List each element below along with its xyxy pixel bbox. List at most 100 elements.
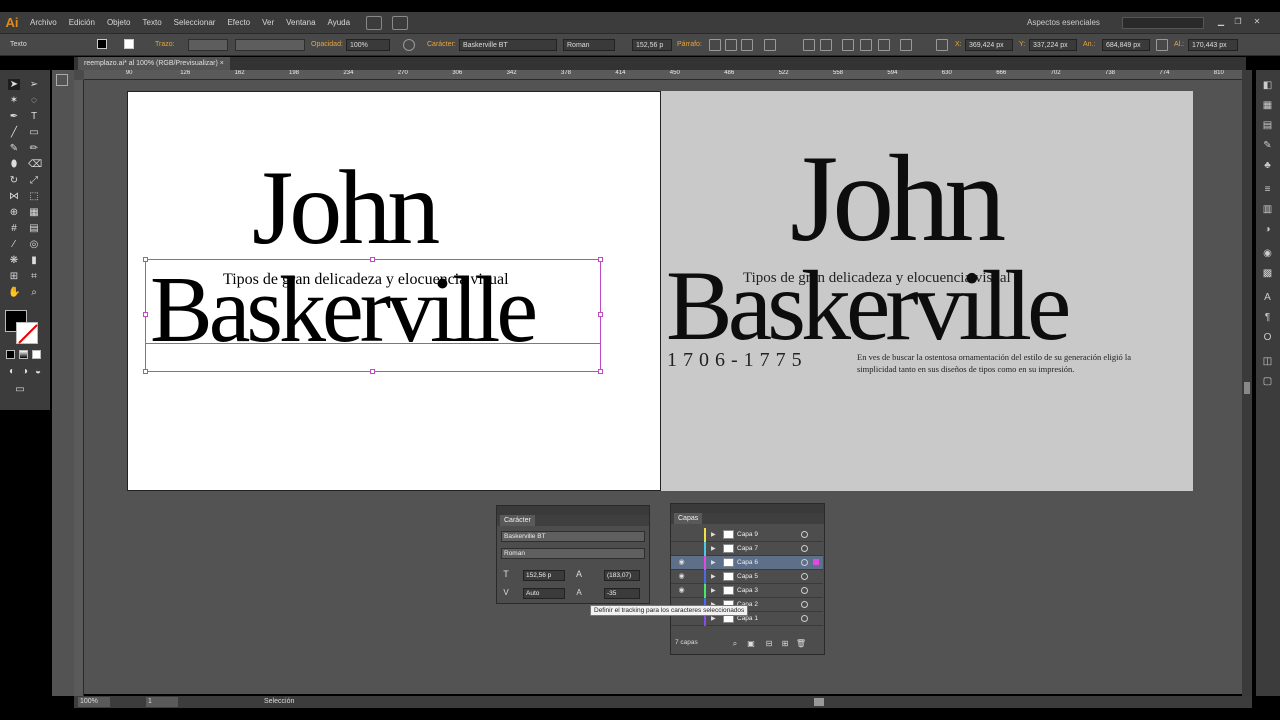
workspace-switcher[interactable]: Aspectos esenciales bbox=[1027, 18, 1100, 27]
scale-tool-icon[interactable]: ⤢ bbox=[28, 175, 40, 186]
layer-target-icon[interactable] bbox=[801, 545, 808, 552]
visibility-eye-icon[interactable]: ◉ bbox=[677, 586, 686, 595]
visibility-eye-icon[interactable] bbox=[677, 530, 686, 539]
parrafo-label[interactable]: Párrafo: bbox=[677, 39, 702, 51]
brush-definition-dropdown[interactable] bbox=[235, 39, 305, 51]
slice-tool-icon[interactable]: ⌗ bbox=[28, 271, 40, 282]
layer-name[interactable]: Capa 5 bbox=[737, 570, 758, 584]
character-font-dropdown[interactable]: Baskerville BT bbox=[501, 531, 645, 542]
handle-top-left[interactable] bbox=[143, 257, 148, 262]
selection-tool-icon[interactable]: ➤ bbox=[8, 79, 20, 90]
menu-archivo[interactable]: Archivo bbox=[24, 12, 63, 34]
menu-ventana[interactable]: Ventana bbox=[280, 12, 321, 34]
stroke-swatch[interactable] bbox=[124, 39, 134, 49]
expand-arrow-icon[interactable]: ▶ bbox=[711, 584, 716, 598]
envelope-icon[interactable] bbox=[764, 39, 776, 51]
color-guide-icon[interactable]: ▦ bbox=[1262, 100, 1273, 111]
gradient-panel-icon[interactable]: ▥ bbox=[1262, 204, 1273, 215]
opentype-icon[interactable]: O bbox=[1262, 332, 1273, 343]
layer-target-icon[interactable] bbox=[801, 601, 808, 608]
horizontal-ruler[interactable]: 1854901261621982342703063423784144504865… bbox=[84, 70, 1246, 80]
align-bottom-icon[interactable] bbox=[878, 39, 890, 51]
symbols-icon[interactable]: ♣ bbox=[1262, 160, 1273, 171]
gradient-mode-icon[interactable] bbox=[19, 350, 28, 359]
expand-arrow-icon[interactable]: ▶ bbox=[711, 528, 716, 542]
pen-tool-icon[interactable]: ✒ bbox=[8, 111, 20, 122]
none-mode-icon[interactable] bbox=[32, 350, 41, 359]
direct-selection-tool-icon[interactable]: ➢ bbox=[28, 79, 40, 90]
visibility-eye-icon[interactable]: ◉ bbox=[677, 558, 686, 567]
height-field[interactable]: 170,443 px bbox=[1188, 39, 1238, 51]
layer-name[interactable]: Capa 3 bbox=[737, 584, 758, 598]
layer-row[interactable]: ▶ Capa 9 bbox=[671, 528, 823, 542]
opacidad-label[interactable]: Opacidad: bbox=[311, 39, 343, 51]
handle-top-right[interactable] bbox=[598, 257, 603, 262]
gradient-tool-icon[interactable]: ▤ bbox=[28, 223, 40, 234]
handle-bottom-center[interactable] bbox=[370, 369, 375, 374]
blend-tool-icon[interactable]: ◎ bbox=[28, 239, 40, 250]
handle-middle-left[interactable] bbox=[143, 312, 148, 317]
menu-texto[interactable]: Texto bbox=[137, 12, 168, 34]
menu-objeto[interactable]: Objeto bbox=[101, 12, 137, 34]
align-left-icon[interactable] bbox=[709, 39, 721, 51]
character-style-dropdown[interactable]: Roman bbox=[501, 548, 645, 559]
vertical-scrollbar[interactable] bbox=[1242, 70, 1252, 696]
fill-swatch[interactable] bbox=[97, 39, 107, 49]
width-field[interactable]: 684,849 px bbox=[1102, 39, 1150, 51]
y-field[interactable]: 337,224 px bbox=[1029, 39, 1077, 51]
character-tracking-field[interactable]: -35 bbox=[604, 588, 640, 599]
symbol-sprayer-tool-icon[interactable]: ❋ bbox=[8, 255, 20, 266]
al-label[interactable]: Al.: bbox=[1174, 39, 1184, 51]
selected-art-indicator[interactable] bbox=[813, 559, 819, 565]
handle-middle-right[interactable] bbox=[598, 312, 603, 317]
expand-arrow-icon[interactable]: ▶ bbox=[711, 542, 716, 556]
status-tool-display[interactable]: Selección bbox=[264, 696, 294, 708]
layer-target-icon[interactable] bbox=[801, 573, 808, 580]
constrain-proportions-icon[interactable] bbox=[1156, 39, 1168, 51]
graphic-styles-icon[interactable]: ▩ bbox=[1262, 268, 1273, 279]
stroke-color-box[interactable] bbox=[16, 322, 38, 344]
layer-name[interactable]: Capa 6 bbox=[737, 556, 758, 570]
rotate-tool-icon[interactable]: ↻ bbox=[8, 175, 20, 186]
opacity-field[interactable]: 100% bbox=[346, 39, 390, 51]
swatches-icon[interactable]: ▤ bbox=[1262, 120, 1273, 131]
font-size-field[interactable]: 152,56 p bbox=[632, 39, 672, 51]
expand-arrow-icon[interactable]: ▶ bbox=[711, 570, 716, 584]
align-center-icon[interactable] bbox=[725, 39, 737, 51]
arrange-documents-icon[interactable] bbox=[392, 15, 409, 30]
selection-bounding-box[interactable] bbox=[145, 259, 601, 372]
locate-object-icon[interactable]: ⌕ bbox=[729, 638, 741, 649]
scrollbar-thumb[interactable] bbox=[1244, 382, 1250, 394]
stroke-weight-field[interactable] bbox=[188, 39, 228, 51]
character-leading-field[interactable]: (183,07) bbox=[604, 570, 640, 581]
panel-header[interactable] bbox=[671, 504, 824, 513]
hand-tool-icon[interactable]: ✋ bbox=[8, 287, 20, 298]
blob-brush-tool-icon[interactable]: ⬮ bbox=[8, 159, 20, 170]
zoom-field[interactable]: 100% bbox=[78, 697, 110, 707]
layer-target-icon[interactable] bbox=[801, 615, 808, 622]
layer-row[interactable]: ◉ ▶ Capa 3 bbox=[671, 584, 823, 598]
color-panel-icon[interactable]: ◧ bbox=[1262, 80, 1273, 91]
color-mode-icon[interactable] bbox=[6, 350, 15, 359]
column-graph-tool-icon[interactable]: ▮ bbox=[28, 255, 40, 266]
close-tab-icon[interactable]: × bbox=[220, 60, 224, 67]
ruler-origin[interactable] bbox=[74, 70, 84, 80]
trazo-label[interactable]: Trazo: bbox=[155, 39, 175, 51]
paintbrush-tool-icon[interactable]: ✎ bbox=[8, 143, 20, 154]
line-tool-icon[interactable]: ╱ bbox=[8, 127, 20, 138]
reference-point-icon[interactable] bbox=[936, 39, 948, 51]
draw-behind-icon[interactable]: ◑ bbox=[19, 366, 31, 377]
menu-ver[interactable]: Ver bbox=[256, 12, 280, 34]
perspective-grid-tool-icon[interactable]: ▦ bbox=[28, 207, 40, 218]
mesh-tool-icon[interactable]: # bbox=[8, 223, 20, 234]
delete-layer-icon[interactable]: 🗑 bbox=[795, 638, 807, 649]
clipping-mask-icon[interactable]: ▣ bbox=[745, 638, 757, 649]
artboards-icon[interactable] bbox=[56, 74, 68, 86]
layer-target-icon[interactable] bbox=[801, 587, 808, 594]
align-objects-icon[interactable] bbox=[803, 39, 815, 51]
maximize-icon[interactable]: ❐ bbox=[1231, 16, 1245, 27]
layers-panel-tab[interactable]: Capas bbox=[674, 513, 703, 524]
pencil-tool-icon[interactable]: ✏ bbox=[28, 143, 40, 154]
eyedropper-tool-icon[interactable]: ⁄ bbox=[8, 239, 20, 250]
new-sublayer-icon[interactable]: ⊟ bbox=[763, 638, 775, 649]
